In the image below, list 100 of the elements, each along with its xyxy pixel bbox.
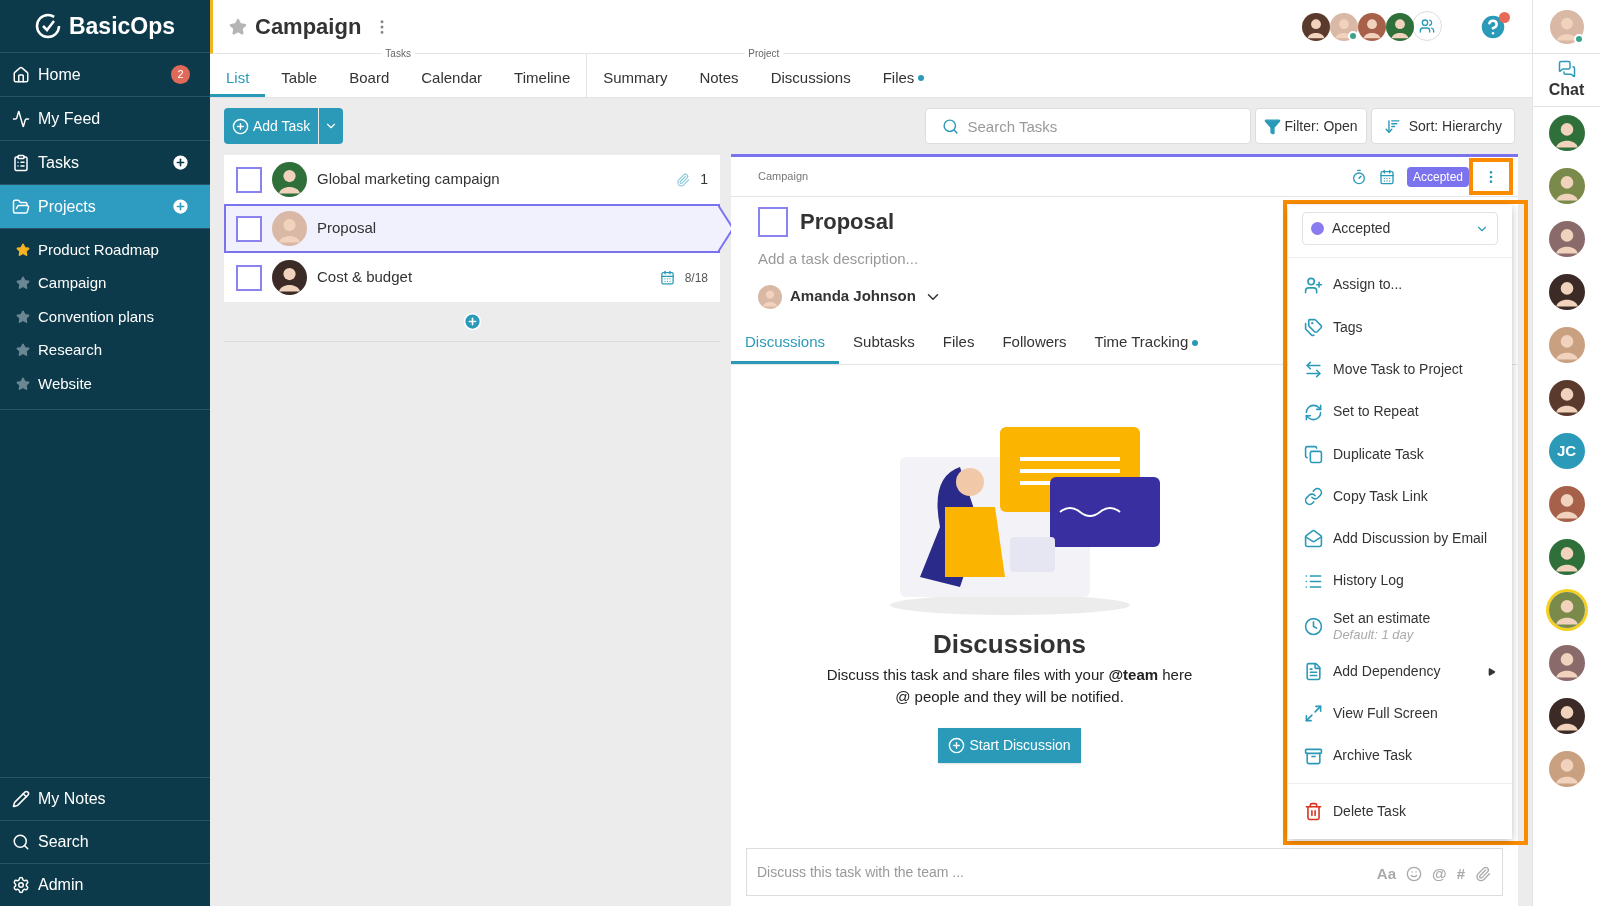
status-badge: Accepted <box>1406 166 1469 187</box>
chat-label[interactable]: Chat <box>1548 78 1585 102</box>
clipboard-icon <box>12 153 30 172</box>
plus-icon <box>948 736 966 754</box>
menu-item[interactable]: Set an estimate Default: 1 day <box>1288 602 1512 651</box>
menu-item[interactable]: Archive Task <box>1288 734 1512 778</box>
document-icon <box>1304 662 1323 681</box>
timer-icon[interactable] <box>1350 168 1367 185</box>
nav-label: Home <box>38 64 82 85</box>
task-meta: 1 <box>700 170 708 189</box>
status-select[interactable]: Accepted <box>1302 212 1498 245</box>
tab[interactable]: Summary <box>587 62 684 97</box>
task-row[interactable]: Cost & budget 8/18 <box>224 253 720 302</box>
person-avatar <box>1548 645 1585 681</box>
tab[interactable]: Calendar <box>405 62 499 97</box>
tab[interactable]: Board <box>333 62 406 97</box>
folder-icon <box>12 197 30 216</box>
task-title: Cost & budget <box>317 267 414 288</box>
menu-item[interactable]: Add Discussion by Email <box>1288 517 1512 561</box>
menu-item[interactable]: Move Task to Project <box>1288 348 1512 391</box>
calendar-icon <box>659 270 675 285</box>
menu-item[interactable]: View Full Screen <box>1288 692 1512 735</box>
member-avatar <box>1358 12 1386 41</box>
pencil-icon <box>12 790 30 808</box>
filter-button[interactable]: Filter: Open <box>1254 108 1367 144</box>
project-item[interactable]: Website <box>0 367 210 401</box>
menu-item[interactable]: Tags <box>1288 306 1512 349</box>
tab[interactable]: Files <box>866 62 941 97</box>
project-item[interactable]: Product Roadmap <box>0 233 210 267</box>
menu-item[interactable]: Duplicate Task <box>1288 433 1512 476</box>
menu-label: Assign to... <box>1333 276 1404 294</box>
search-field[interactable]: Search Tasks <box>924 108 1251 144</box>
sort-button[interactable]: Sort: Hierarchy <box>1370 108 1515 144</box>
task-checkbox[interactable] <box>236 166 262 193</box>
tab[interactable]: Notes <box>683 62 755 97</box>
menu-label: Tags <box>1333 318 1364 337</box>
menu-label: Copy Task Link <box>1333 487 1429 506</box>
paperclip-icon[interactable] <box>1475 866 1491 883</box>
archive-icon <box>1304 746 1323 766</box>
logo-text: BasicOps <box>68 11 176 41</box>
tab[interactable]: Time Tracking <box>1080 324 1213 364</box>
menu-label: History Log <box>1333 572 1405 590</box>
task-checkbox[interactable] <box>236 264 262 291</box>
chat-icon[interactable] <box>1557 60 1576 78</box>
project-item[interactable]: Convention plans <box>0 300 210 334</box>
project-item[interactable]: Research <box>0 333 210 367</box>
tab[interactable]: Files <box>928 324 989 364</box>
menu-item[interactable]: Assign to... <box>1288 264 1512 307</box>
tab[interactable]: Subtasks <box>839 324 929 364</box>
menu-label: Add Dependency <box>1333 662 1442 681</box>
menu-item[interactable]: History Log <box>1288 560 1512 603</box>
expand-icon <box>1304 704 1323 724</box>
nav-item[interactable]: Home 2 <box>0 53 210 97</box>
plus-icon <box>232 117 249 135</box>
menu-label: Set an estimate <box>1333 609 1432 627</box>
person-avatar <box>1548 698 1585 734</box>
menu-item[interactable]: Delete Task <box>1288 784 1512 839</box>
member-avatar <box>1386 12 1414 41</box>
task-checkbox[interactable] <box>236 215 262 242</box>
assignee-avatar <box>272 162 307 197</box>
filter-icon <box>1263 117 1281 135</box>
tab-group-label: Project <box>744 48 784 60</box>
tab[interactable]: Discussions <box>754 62 867 97</box>
assignee-avatar <box>758 284 782 309</box>
task-title: Proposal <box>317 218 378 239</box>
nav-label: Projects <box>38 196 97 217</box>
task-row[interactable]: Global marketing campaign 1 <box>224 155 720 204</box>
person-avatar <box>1548 380 1585 416</box>
project-name: Research <box>38 340 103 360</box>
empty-heading: Discussions <box>932 627 1087 661</box>
smiley-icon[interactable] <box>1406 866 1422 883</box>
link-icon <box>1304 487 1323 507</box>
star-icon[interactable] <box>229 17 247 36</box>
person-avatar <box>1548 115 1585 151</box>
nav-label: Tasks <box>38 152 80 173</box>
project-name: Convention plans <box>38 306 154 327</box>
tab[interactable]: Followers <box>988 324 1081 364</box>
project-name: Website <box>38 373 92 394</box>
menu-sublabel: Default: 1 day <box>1333 627 1415 644</box>
tab[interactable]: Timeline <box>498 62 587 97</box>
member-avatar <box>1302 12 1330 41</box>
add-icon[interactable] <box>171 153 190 172</box>
team-avatar[interactable] <box>1412 10 1442 41</box>
menu-item[interactable]: Copy Task Link <box>1288 475 1512 518</box>
person-avatar <box>1548 274 1585 310</box>
calendar-icon[interactable] <box>1378 168 1395 185</box>
project-title: Campaign <box>255 13 362 41</box>
assignee-avatar <box>272 260 307 295</box>
tab[interactable]: Table <box>265 62 334 97</box>
person-avatar <box>1548 751 1585 787</box>
description-field[interactable]: Add a task description... <box>758 248 1238 271</box>
menu-item[interactable]: Set to Repeat <box>1288 390 1512 434</box>
task-checkbox[interactable] <box>758 206 788 237</box>
user-plus-icon <box>1304 275 1323 295</box>
menu-item[interactable]: Add Dependency <box>1288 650 1512 693</box>
menu-label: Delete Task <box>1333 802 1406 822</box>
nav-label: Admin <box>38 875 84 895</box>
project-item[interactable]: Campaign <box>0 266 210 300</box>
dropdown-button[interactable] <box>319 108 344 144</box>
assignee-name[interactable]: Amanda Johnson <box>790 285 916 308</box>
